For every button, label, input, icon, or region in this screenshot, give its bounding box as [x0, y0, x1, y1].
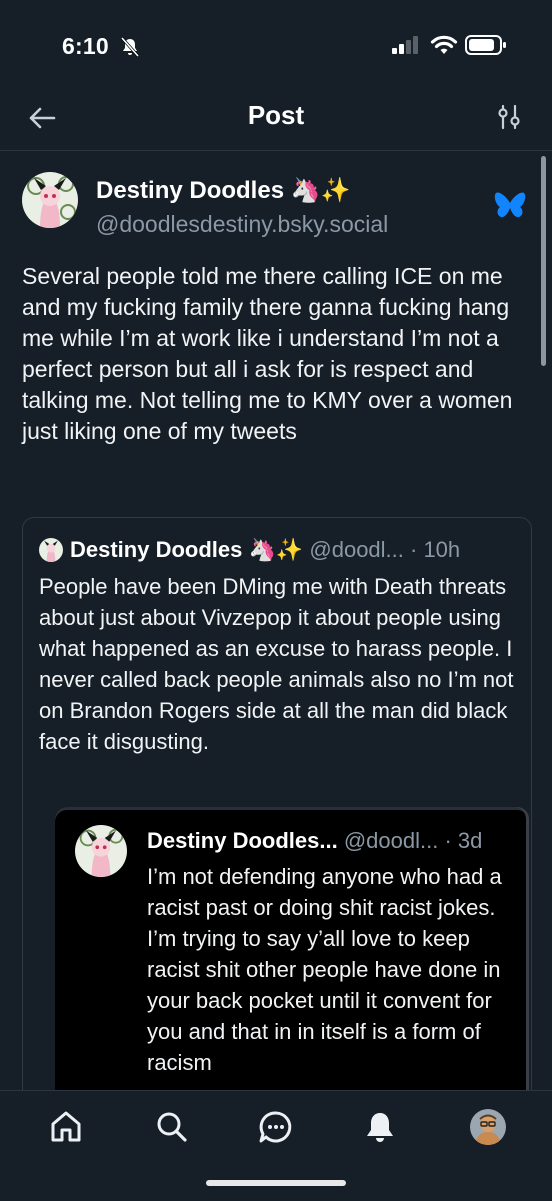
- status-time: 6:10: [62, 33, 109, 59]
- status-bar: 6:10: [0, 0, 552, 92]
- page-title: Post: [247, 100, 305, 130]
- avatar-image: [470, 1109, 506, 1145]
- home-indicator: [206, 1180, 346, 1186]
- quote-header: Destiny Doodles 🦄✨ @doodl... · 10h: [70, 537, 460, 563]
- avatar[interactable]: [22, 172, 78, 228]
- nested-avatar: [75, 825, 127, 877]
- battery-icon: [465, 35, 506, 55]
- wifi-icon: [430, 35, 458, 54]
- nested-author-name: Destiny Doodles...: [147, 828, 338, 853]
- quoted-post[interactable]: Destiny Doodles 🦄✨ @doodl... · 10h Peopl…: [22, 517, 532, 1127]
- butterfly-icon[interactable]: [494, 191, 526, 221]
- search-icon[interactable]: [154, 1109, 190, 1145]
- quote-avatar[interactable]: [39, 538, 63, 562]
- quote-author-name: Destiny Doodles 🦄✨: [70, 537, 304, 562]
- author-name[interactable]: Destiny Doodles 🦄✨: [96, 176, 350, 205]
- cellular-signal-icon: [392, 36, 418, 54]
- avatar-image: [75, 825, 127, 877]
- nav-header: Post: [0, 92, 552, 151]
- scrollbar[interactable]: [541, 156, 546, 366]
- chat-icon[interactable]: [258, 1109, 294, 1145]
- bell-slash-icon: [120, 37, 140, 57]
- avatar-image: [39, 538, 63, 562]
- quote-body: People have been DMing me with Death thr…: [39, 574, 514, 754]
- profile-avatar[interactable]: [470, 1109, 506, 1145]
- sliders-icon[interactable]: [496, 103, 522, 131]
- nested-quote-image[interactable]: Destiny Doodles... @doodl... · 3d I’m no…: [55, 807, 529, 1127]
- home-icon[interactable]: [48, 1109, 84, 1145]
- bell-icon[interactable]: [362, 1109, 398, 1145]
- author-handle[interactable]: @doodlesdestiny.bsky.social: [96, 211, 388, 238]
- avatar-image: [22, 172, 78, 228]
- nested-header: Destiny Doodles... @doodl... · 3d: [147, 828, 482, 854]
- post-body: Several people told me there calling ICE…: [22, 263, 513, 444]
- nested-meta: @doodl... · 3d: [337, 828, 483, 853]
- quote-meta: @doodl... · 10h: [303, 537, 461, 562]
- nested-body: I’m not defending anyone who had a racis…: [147, 864, 502, 1075]
